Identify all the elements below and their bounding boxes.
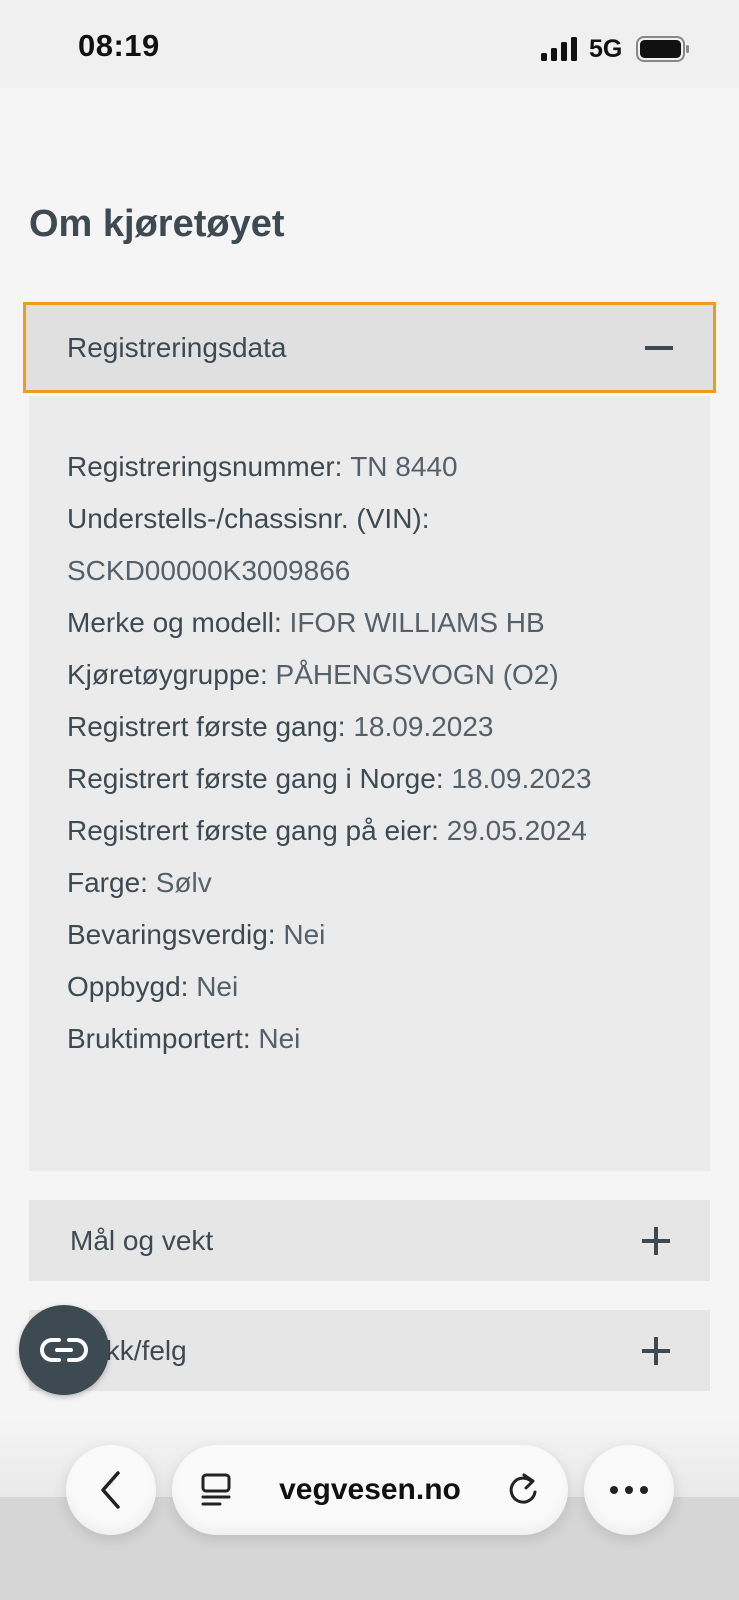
detail-key: Farge: — [67, 867, 148, 898]
detail-row: SCKD00000K3009866 — [67, 551, 690, 591]
detail-key: Kjøretøygruppe: — [67, 659, 268, 690]
detail-key: Bruktimportert: — [67, 1023, 251, 1054]
detail-value: Nei — [196, 971, 239, 1002]
detail-value: 18.09.2023 — [353, 711, 494, 742]
accordion-label: Registreringsdata — [67, 331, 287, 363]
back-button[interactable] — [66, 1445, 156, 1535]
plus-icon — [642, 1226, 670, 1255]
detail-row: Kjøretøygruppe: PÅHENGSVOGN (O2) — [67, 655, 690, 695]
detail-value: SCKD00000K3009866 — [67, 555, 351, 586]
status-time: 08:19 — [78, 28, 160, 63]
status-bar: 08:19 5G — [0, 0, 739, 88]
detail-key: Registrert første gang på eier: — [67, 815, 439, 846]
more-button[interactable] — [584, 1445, 674, 1535]
address-bar[interactable]: vegvesen.no — [172, 1445, 568, 1535]
detail-row: Registreringsnummer: TN 8440 — [67, 447, 690, 487]
detail-row: Registrert første gang: 18.09.2023 — [67, 707, 690, 747]
detail-row: Registrert første gang i Norge: 18.09.20… — [67, 759, 690, 799]
detail-key: Registrert første gang i Norge: — [67, 763, 444, 794]
minus-icon — [645, 334, 673, 362]
network-label: 5G — [589, 35, 623, 63]
detail-key: Registreringsnummer: — [67, 451, 343, 482]
detail-value: 29.05.2024 — [446, 815, 587, 846]
detail-value: Nei — [283, 919, 326, 950]
detail-value: 18.09.2023 — [451, 763, 592, 794]
accordion-dekk-felg[interactable]: Dekk/felg — [29, 1310, 710, 1391]
detail-row: Farge: Sølv — [67, 863, 690, 903]
more-icon — [610, 1486, 648, 1494]
chevron-left-icon — [101, 1471, 120, 1509]
detail-row: Registrert første gang på eier: 29.05.20… — [67, 811, 690, 851]
detail-row: Bruktimportert: Nei — [67, 1019, 690, 1059]
accordion-mal-og-vekt[interactable]: Mål og vekt — [29, 1200, 710, 1281]
detail-value: TN 8440 — [350, 451, 458, 482]
detail-value: IFOR WILLIAMS HB — [289, 607, 545, 638]
detail-value: Nei — [258, 1023, 301, 1054]
tabs-icon[interactable] — [200, 1472, 234, 1508]
detail-row: Oppbygd: Nei — [67, 967, 690, 1007]
reload-icon[interactable] — [506, 1472, 540, 1508]
detail-key: Registrert første gang: — [67, 711, 346, 742]
accordion-label: Mål og vekt — [70, 1224, 214, 1256]
detail-key: Oppbygd: — [67, 971, 189, 1002]
detail-row: Merke og modell: IFOR WILLIAMS HB — [67, 603, 690, 643]
reader-button[interactable] — [19, 1305, 109, 1395]
url-text: vegvesen.no — [279, 1473, 461, 1506]
signal-icon — [541, 37, 577, 61]
detail-row: Understells-/chassisnr. (VIN): — [67, 499, 690, 539]
detail-key: Merke og modell: — [67, 607, 282, 638]
detail-row: Bevaringsverdig: Nei — [67, 915, 690, 955]
page-title: Om kjøretøyet — [29, 203, 285, 245]
accordion-registreringsdata[interactable]: Registreringsdata — [23, 302, 716, 393]
detail-key: Understells-/chassisnr. (VIN): — [67, 503, 430, 534]
reader-icon — [40, 1338, 88, 1362]
detail-value: Sølv — [155, 867, 212, 898]
registration-details: Registreringsnummer: TN 8440 Understells… — [29, 396, 710, 1171]
battery-icon — [636, 36, 689, 62]
detail-value: PÅHENGSVOGN (O2) — [275, 659, 559, 690]
plus-icon — [642, 1336, 670, 1365]
detail-key: Bevaringsverdig: — [67, 919, 276, 950]
